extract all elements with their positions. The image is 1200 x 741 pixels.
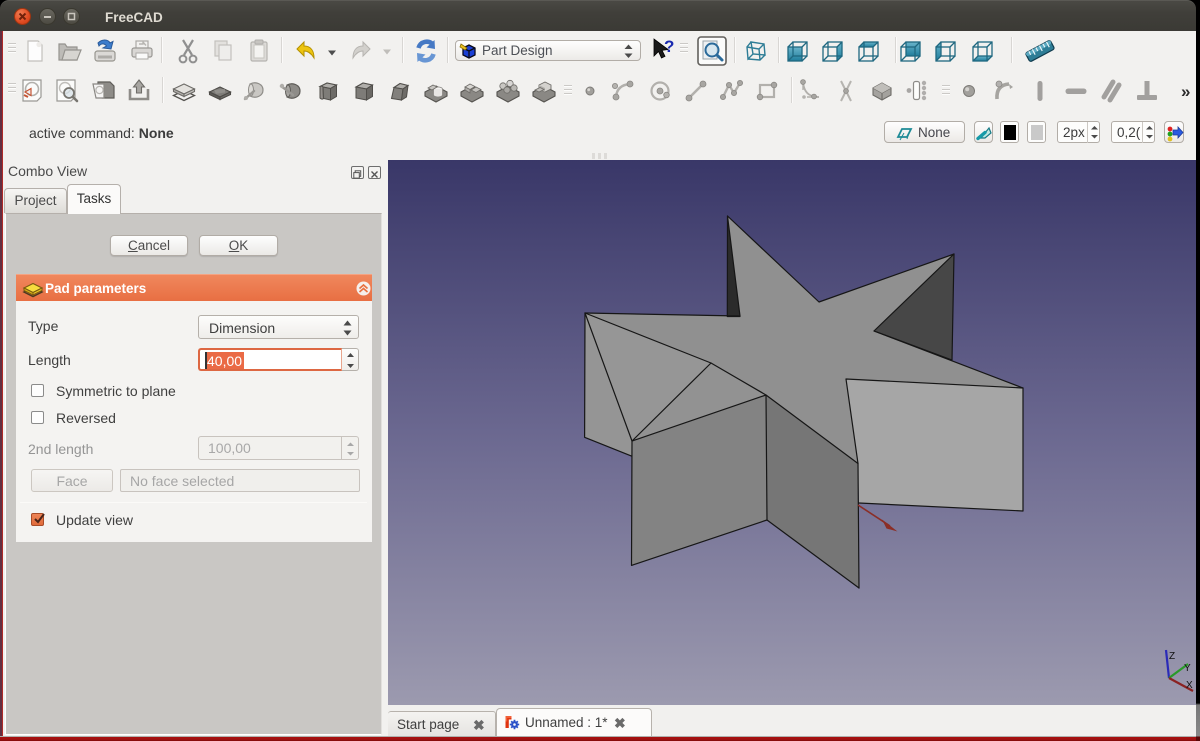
svg-text:Z: Z bbox=[1169, 651, 1175, 662]
svg-text:?: ? bbox=[664, 37, 674, 56]
svg-text:Y: Y bbox=[1184, 663, 1191, 674]
svg-text:X: X bbox=[1186, 680, 1193, 691]
